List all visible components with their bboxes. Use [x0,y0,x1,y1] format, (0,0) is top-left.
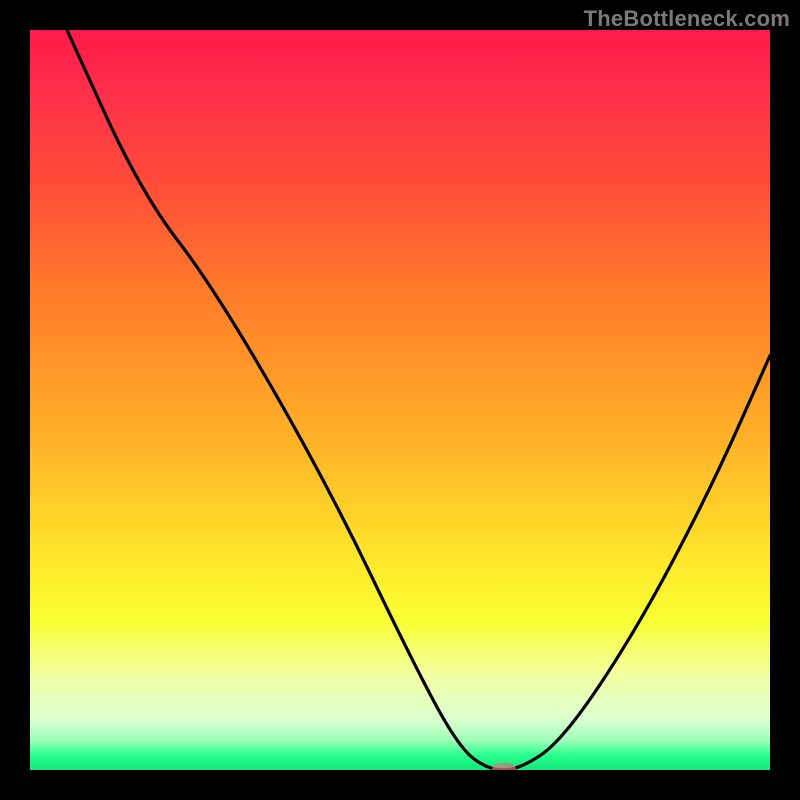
chart-container: TheBottleneck.com [0,0,800,800]
attribution-label: TheBottleneck.com [584,6,790,32]
optimal-marker [492,763,516,770]
curve-path [67,30,770,770]
bottleneck-curve [30,30,770,770]
plot-area [30,30,770,770]
